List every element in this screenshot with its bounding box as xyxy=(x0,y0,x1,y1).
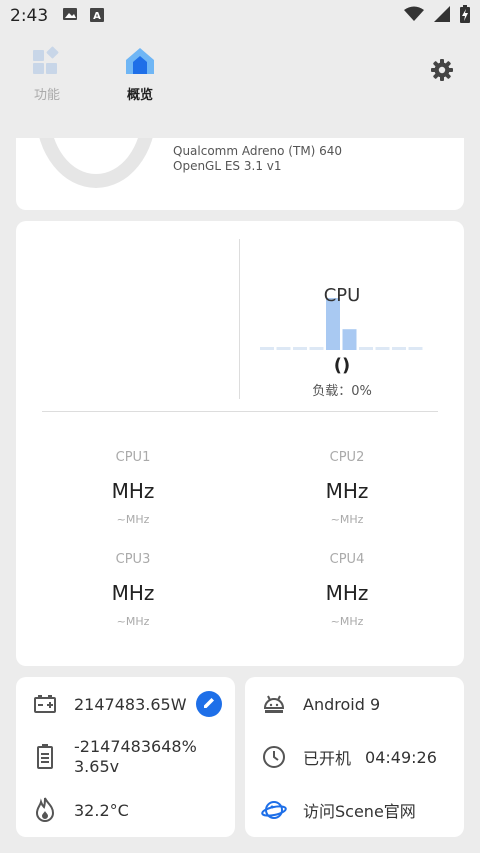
battery-icon xyxy=(32,744,58,770)
cpu-core-4: CPU4 MHz ~MHz xyxy=(272,552,422,628)
battery-temp-row: 32.2°C xyxy=(32,797,129,823)
battery-power: 2147483.65W xyxy=(74,694,187,714)
status-bar: 2:43 A xyxy=(0,0,480,32)
core-range: ~MHz xyxy=(330,513,364,526)
cpu-load-bar xyxy=(392,347,406,350)
battery-card: 2147483.65W -2147483648% 3.65v 32.2°C xyxy=(16,677,235,837)
status-time: 2:43 xyxy=(10,6,49,26)
tab-overview-label: 概览 xyxy=(126,88,153,103)
gpu-usage-ring xyxy=(36,138,156,188)
cpu-title: CPU xyxy=(323,285,361,306)
uptime-label: 已开机 xyxy=(303,749,352,768)
cpu-load: 负载：0% xyxy=(312,384,372,399)
cpu-divider-horizontal xyxy=(42,411,438,412)
grid-icon xyxy=(31,46,63,80)
core-freq: MHz xyxy=(111,479,155,503)
cpu-divider-vertical xyxy=(239,239,240,399)
gpu-version: OpenGL ES 3.1 v1 xyxy=(173,159,282,173)
uptime-row: 已开机 04:49:26 xyxy=(261,744,437,770)
cpu-load-bar xyxy=(342,329,357,350)
gpu-renderer: Qualcomm Adreno (TM) 640 xyxy=(173,144,343,158)
cpu-load-bar xyxy=(375,347,390,350)
cpu-load-bar xyxy=(309,347,324,350)
scene-website-label: 访问Scene官网 xyxy=(303,802,416,821)
settings-button[interactable] xyxy=(430,58,454,86)
a-icon: A xyxy=(90,7,105,26)
battery-capacity-row: -2147483648% 3.65v xyxy=(32,737,204,777)
cpu-load-bar xyxy=(408,347,423,350)
core-freq: MHz xyxy=(325,581,369,605)
core-name: CPU2 xyxy=(329,450,365,465)
fire-icon xyxy=(32,797,58,823)
cpu-load-bar xyxy=(276,347,291,350)
battery-temperature: 32.2°C xyxy=(74,800,129,820)
cpu-core-2: CPU2 MHz ~MHz xyxy=(272,450,422,526)
wifi-icon xyxy=(404,6,424,26)
core-freq: MHz xyxy=(325,479,369,503)
battery-capacity-block: -2147483648% 3.65v xyxy=(74,737,204,777)
core-range: ~MHz xyxy=(116,615,150,628)
cpu-card: CPU () 负载：0% CPU1 MHz ~MHz CPU2 MHz ~MHz… xyxy=(16,221,464,666)
cpu-load-bar xyxy=(359,347,373,350)
system-card: Android 9 已开机 04:49:26 访问Scene官网 xyxy=(245,677,464,837)
battery-power-row: 2147483.65W xyxy=(32,691,187,717)
android-version: Android 9 xyxy=(303,694,381,714)
top-nav: 功能 概览 xyxy=(0,38,480,108)
gpu-card: Qualcomm Adreno (TM) 640 OpenGL ES 3.1 v… xyxy=(16,138,464,210)
cpu-core-1: CPU1 MHz ~MHz xyxy=(58,450,208,526)
cpu-model: () xyxy=(333,355,351,376)
tab-features[interactable]: 功能 xyxy=(12,46,82,103)
pencil-icon xyxy=(202,695,216,714)
scene-website-link[interactable]: 访问Scene官网 xyxy=(261,797,416,823)
battery-charging-icon xyxy=(460,5,470,27)
core-freq: MHz xyxy=(111,581,155,605)
planet-icon xyxy=(261,797,287,823)
core-range: ~MHz xyxy=(330,615,364,628)
core-name: CPU1 xyxy=(115,450,151,465)
home-icon xyxy=(122,48,158,80)
edit-button[interactable] xyxy=(196,691,222,717)
battery-plus-minus-icon xyxy=(32,691,58,717)
battery-voltage: 3.65v xyxy=(74,757,120,776)
tab-overview[interactable]: 概览 xyxy=(105,46,175,103)
android-icon xyxy=(261,691,287,717)
image-icon xyxy=(62,6,78,26)
clock-icon xyxy=(261,744,287,770)
cpu-load-bar xyxy=(293,347,307,350)
gpu-info: Qualcomm Adreno (TM) 640 OpenGL ES 3.1 v… xyxy=(173,144,342,174)
gear-icon xyxy=(430,59,454,86)
android-version-row: Android 9 xyxy=(261,691,380,717)
tab-features-label: 功能 xyxy=(33,88,60,103)
cpu-core-3: CPU3 MHz ~MHz xyxy=(58,552,208,628)
signal-icon xyxy=(434,6,450,26)
core-name: CPU4 xyxy=(329,552,365,567)
core-range: ~MHz xyxy=(116,513,150,526)
cpu-load-bar xyxy=(260,347,274,350)
uptime-value: 04:49:26 xyxy=(365,747,437,767)
svg-text:A: A xyxy=(93,11,101,22)
core-name: CPU3 xyxy=(115,552,151,567)
battery-capacity: -2147483648% xyxy=(74,737,197,756)
